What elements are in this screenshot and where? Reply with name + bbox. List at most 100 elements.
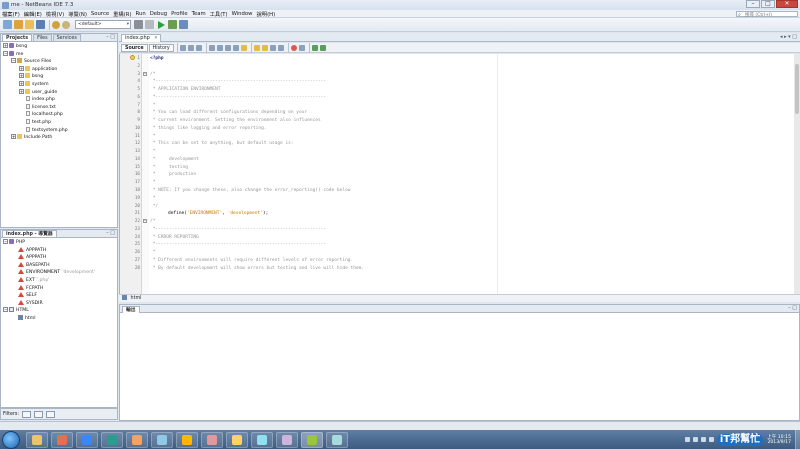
menu-debug[interactable]: Debug <box>150 11 167 17</box>
shift-left-icon[interactable] <box>269 44 276 51</box>
tree-item[interactable]: + user_guide <box>1 88 117 97</box>
previous-bookmark-icon[interactable] <box>253 44 260 51</box>
taskbar-app-messenger[interactable] <box>226 431 248 448</box>
history-view-tab[interactable]: History <box>148 43 174 52</box>
start-macro-icon[interactable] <box>290 44 297 51</box>
tree-item[interactable]: EXT '.php' <box>1 276 117 285</box>
tree-item[interactable]: index.php <box>1 96 117 104</box>
start-button[interactable] <box>2 430 20 449</box>
last-edit-icon[interactable] <box>195 44 202 51</box>
menu-navigate[interactable]: 導覽(N) <box>68 10 87 18</box>
undo-icon[interactable] <box>52 20 60 29</box>
code-editor[interactable]: 1 <?php 2 3−/* 4 *--------------------------… <box>119 54 800 294</box>
open-project-icon[interactable] <box>25 20 34 29</box>
taskbar-app-internet-explorer[interactable] <box>76 431 98 448</box>
filter-toggle-icon[interactable] <box>46 410 55 418</box>
configuration-select[interactable]: <default> ▾ <box>75 20 131 29</box>
tray-icon[interactable] <box>684 437 690 442</box>
tree-item[interactable]: − HTML <box>1 307 117 315</box>
tree-item[interactable]: html <box>1 314 117 323</box>
taskbar-app-remote-desktop[interactable] <box>151 431 173 448</box>
tree-item[interactable]: + Include Path <box>1 134 117 142</box>
new-project-icon[interactable] <box>14 20 23 29</box>
taskbar-app-firefox[interactable] <box>126 431 148 448</box>
tree-item[interactable]: APPPATH <box>1 246 117 255</box>
toggle-bookmark-icon[interactable] <box>240 44 247 51</box>
tree-item[interactable]: FCPATH <box>1 284 117 293</box>
expand-icon[interactable]: + <box>11 134 16 140</box>
taskbar-app-media-player[interactable] <box>51 431 73 448</box>
expand-icon[interactable]: + <box>19 88 24 94</box>
toggle-highlight-icon[interactable] <box>232 44 239 51</box>
tree-item[interactable]: localhost.php <box>1 111 117 119</box>
menu-refactor[interactable]: 重構(R) <box>113 10 131 18</box>
comment-icon[interactable] <box>311 44 318 51</box>
output-window[interactable] <box>119 313 800 421</box>
shift-right-icon[interactable] <box>277 44 284 51</box>
taskbar-app-flight[interactable] <box>251 431 273 448</box>
fold-toggle-icon[interactable]: − <box>143 71 147 76</box>
menu-window[interactable]: Window <box>232 11 253 17</box>
tree-item[interactable]: ENVIRONMENT'development' <box>1 269 117 277</box>
find-previous-icon[interactable] <box>208 44 215 51</box>
forward-icon[interactable] <box>187 44 194 51</box>
tab-files[interactable]: Files <box>33 34 52 41</box>
tree-item[interactable]: − PHP <box>1 239 117 247</box>
show-desktop-button[interactable] <box>795 430 800 449</box>
expand-icon[interactable]: + <box>19 65 24 71</box>
collapse-icon[interactable]: − <box>3 239 8 244</box>
editor-vertical-scrollbar[interactable] <box>794 54 800 294</box>
taskbar-app-chrome[interactable] <box>101 431 123 448</box>
tree-item[interactable]: APPPATH <box>1 254 117 262</box>
editor-window-controls[interactable]: ◂ ▸ ▾ □ <box>780 34 797 40</box>
find-next-icon[interactable] <box>216 44 223 51</box>
tab-services[interactable]: Services <box>52 34 81 41</box>
editor-tab-index-php[interactable]: index.php ✕ <box>121 34 161 42</box>
close-button[interactable]: ✕ <box>776 0 798 8</box>
scrollbar-thumb[interactable] <box>795 64 799 114</box>
tray-icon[interactable] <box>700 437 706 442</box>
run-icon[interactable] <box>158 20 165 29</box>
menu-help[interactable]: 說明(H) <box>256 10 275 18</box>
new-file-icon[interactable] <box>3 20 12 29</box>
tree-item[interactable]: license.txt <box>1 103 117 112</box>
taskbar-app-netbeans[interactable] <box>301 431 323 448</box>
save-all-icon[interactable] <box>36 20 45 29</box>
redo-icon[interactable] <box>62 20 70 29</box>
collapse-icon[interactable]: − <box>3 307 8 313</box>
expand-icon[interactable]: + <box>19 80 24 86</box>
build-icon[interactable] <box>134 20 143 29</box>
panel-minimize-icon[interactable]: – □ <box>788 305 797 311</box>
maximize-button[interactable]: □ <box>761 0 775 8</box>
menu-source[interactable]: Source <box>91 11 109 17</box>
tree-item[interactable]: + system <box>1 80 117 89</box>
menu-run[interactable]: Run <box>136 11 146 17</box>
debug-icon[interactable] <box>168 20 177 29</box>
tree-item[interactable]: SYSDIR <box>1 299 117 308</box>
uncomment-icon[interactable] <box>319 44 326 51</box>
back-icon[interactable] <box>179 44 186 51</box>
collapse-icon[interactable]: − <box>11 58 16 64</box>
tree-item[interactable]: − me <box>1 50 117 59</box>
quick-search-input[interactable]: ⌕ 搜尋 (Ctrl+I) <box>736 11 798 18</box>
tree-item[interactable]: testsystem.php <box>1 126 117 135</box>
close-icon[interactable]: ✕ <box>154 35 158 42</box>
tab-projects[interactable]: Projects <box>2 34 33 41</box>
tree-item[interactable]: test.php <box>1 118 117 127</box>
panel-minimize-icon[interactable]: – □ <box>106 230 115 236</box>
taskbar-app-virtualbox[interactable] <box>326 431 348 448</box>
menu-view[interactable]: 檢視(V) <box>46 10 64 18</box>
taskbar-app-file-explorer[interactable] <box>26 431 48 448</box>
breadcrumb-item[interactable]: html <box>131 296 142 301</box>
tree-item[interactable]: + bsng <box>1 43 117 51</box>
tab-navigator[interactable]: index.php - 導覽器 <box>2 230 57 237</box>
source-view-tab[interactable]: Source <box>121 43 148 52</box>
system-clock[interactable]: 上午 10:15 2013/9/17 <box>767 434 791 445</box>
menu-tools[interactable]: 工具(T) <box>210 10 228 18</box>
find-selection-icon[interactable] <box>224 44 231 51</box>
tree-item[interactable]: − Source Files <box>1 58 117 66</box>
taskbar-app-paint[interactable] <box>176 431 198 448</box>
fold-toggle-icon[interactable]: − <box>143 219 147 224</box>
tree-item[interactable]: + bsng <box>1 73 117 81</box>
tree-item[interactable]: SELF <box>1 292 117 300</box>
